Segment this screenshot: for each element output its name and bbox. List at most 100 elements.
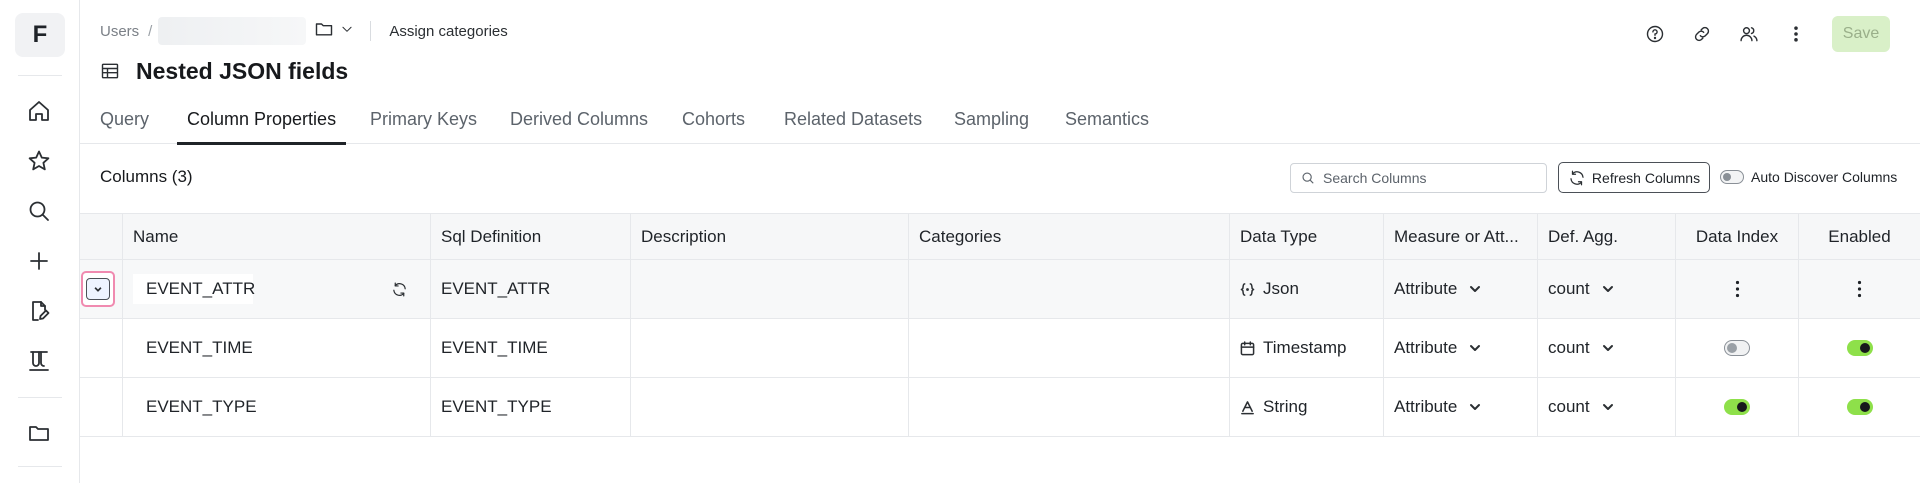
categories-cell[interactable] <box>909 260 1230 318</box>
data-index-toggle[interactable] <box>1724 340 1750 356</box>
star-icon[interactable] <box>26 148 52 174</box>
data-type-label: Json <box>1263 279 1299 298</box>
sidebar-divider <box>18 75 62 76</box>
description-cell[interactable] <box>631 378 909 436</box>
save-button[interactable]: Save <box>1832 16 1890 52</box>
description-cell[interactable] <box>631 260 909 318</box>
def-agg-select[interactable]: count <box>1548 338 1614 358</box>
auto-discover-label: Auto Discover Columns <box>1751 169 1898 185</box>
refresh-columns-label: Refresh Columns <box>1591 169 1701 186</box>
chevron-down-icon <box>1602 286 1613 292</box>
tab-primary-keys[interactable]: Primary Keys <box>370 104 477 144</box>
measure-cell: Attribute <box>1384 260 1538 318</box>
text-type-icon <box>1240 400 1255 415</box>
refresh-columns-button[interactable]: Refresh Columns <box>1558 162 1710 193</box>
name-cell[interactable]: EVENT_TIME <box>123 319 431 377</box>
search-columns-input[interactable] <box>1323 170 1543 186</box>
refresh-icon <box>1570 170 1584 185</box>
table-row[interactable]: EVENT_ATTR EVENT_ATTR Json Attribute cou… <box>80 260 1920 319</box>
calendar-icon <box>1240 340 1255 356</box>
tab-column-properties[interactable]: Column Properties <box>176 104 347 145</box>
def-agg-select[interactable]: count <box>1548 279 1614 299</box>
folder-icon[interactable] <box>26 420 52 446</box>
auto-discover-control: Auto Discover Columns <box>1720 169 1897 185</box>
enabled-toggle[interactable] <box>1846 340 1873 356</box>
sidebar-divider <box>18 466 62 467</box>
tab-cohorts[interactable]: Cohorts <box>682 104 745 144</box>
link-icon[interactable] <box>1690 22 1714 46</box>
app-logo[interactable]: F <box>15 13 65 57</box>
tab-query[interactable]: Query <box>100 104 149 144</box>
sql-definition-cell[interactable]: EVENT_TYPE <box>431 378 631 436</box>
description-cell[interactable] <box>631 319 909 377</box>
breadcrumb-root[interactable]: Users <box>100 23 139 40</box>
page-title-row: Nested JSON fields <box>100 56 348 86</box>
header-enabled[interactable]: Enabled <box>1799 214 1920 259</box>
header-actions: Save <box>1620 16 1890 52</box>
edit-document-icon[interactable] <box>26 298 52 324</box>
more-vertical-icon[interactable] <box>1850 277 1870 301</box>
name-cell: EVENT_ATTR <box>123 260 431 318</box>
sql-definition-cell[interactable]: EVENT_ATTR <box>431 260 631 318</box>
measure-select[interactable]: Attribute <box>1394 338 1481 358</box>
tab-sampling[interactable]: Sampling <box>954 104 1029 144</box>
sql-definition-cell[interactable]: EVENT_TIME <box>431 319 631 377</box>
table-header-row: Name Sql Definition Description Categori… <box>80 213 1920 260</box>
data-index-toggle[interactable] <box>1724 399 1750 415</box>
header-name[interactable]: Name <box>123 214 431 259</box>
def-agg-select[interactable]: count <box>1548 397 1614 417</box>
data-type-cell[interactable]: String <box>1230 378 1384 436</box>
chevron-down-icon[interactable] <box>340 22 354 40</box>
name-cell[interactable]: EVENT_TYPE <box>123 378 431 436</box>
plus-icon[interactable] <box>26 248 52 274</box>
assign-categories-link[interactable]: Assign categories <box>389 23 507 40</box>
json-braces-icon <box>1240 282 1255 297</box>
measure-value: Attribute <box>1394 279 1458 298</box>
refresh-icon[interactable] <box>391 281 408 298</box>
tab-derived-columns[interactable]: Derived Columns <box>510 104 648 144</box>
expand-cell <box>80 378 123 436</box>
folder-icon[interactable] <box>314 19 334 43</box>
def-agg-cell: count <box>1538 260 1676 318</box>
measure-select[interactable]: Attribute <box>1394 397 1481 417</box>
data-type-cell[interactable]: Json <box>1230 260 1384 318</box>
measure-select[interactable]: Attribute <box>1394 279 1481 299</box>
measure-value: Attribute <box>1394 397 1458 416</box>
header-data-index[interactable]: Data Index <box>1676 214 1799 259</box>
data-type-cell[interactable]: Timestamp <box>1230 319 1384 377</box>
header-sql-definition[interactable]: Sql Definition <box>431 214 631 259</box>
dataset-table-icon <box>101 63 119 79</box>
users-icon[interactable] <box>1737 22 1761 46</box>
auto-discover-toggle[interactable] <box>1720 170 1744 184</box>
header-measure-or-attribute[interactable]: Measure or Att... <box>1384 214 1538 259</box>
def-agg-cell: count <box>1538 378 1676 436</box>
lab-icon[interactable] <box>26 348 52 374</box>
more-vertical-icon[interactable] <box>1727 277 1747 301</box>
sidebar: F <box>0 0 80 483</box>
enabled-cell <box>1799 319 1920 377</box>
breadcrumb-separator: / <box>148 22 153 40</box>
measure-cell: Attribute <box>1384 378 1538 436</box>
def-agg-cell: count <box>1538 319 1676 377</box>
header-categories[interactable]: Categories <box>909 214 1230 259</box>
table-row[interactable]: EVENT_TYPE EVENT_TYPE String Attribute c… <box>80 378 1920 437</box>
tab-semantics[interactable]: Semantics <box>1065 104 1149 144</box>
header-def-agg[interactable]: Def. Agg. <box>1538 214 1676 259</box>
enabled-toggle[interactable] <box>1846 399 1873 415</box>
column-name-input[interactable]: EVENT_ATTR <box>133 274 373 304</box>
tab-related-datasets[interactable]: Related Datasets <box>784 104 922 144</box>
categories-cell[interactable] <box>909 319 1230 377</box>
help-icon[interactable] <box>1643 22 1667 46</box>
data-index-cell <box>1676 378 1799 436</box>
sidebar-divider <box>18 397 62 398</box>
header-data-type[interactable]: Data Type <box>1230 214 1384 259</box>
enabled-cell <box>1799 378 1920 436</box>
header-description[interactable]: Description <box>631 214 909 259</box>
categories-cell[interactable] <box>909 378 1230 436</box>
more-vertical-icon[interactable] <box>1784 22 1808 46</box>
table-row[interactable]: EVENT_TIME EVENT_TIME Timestamp Attribut… <box>80 319 1920 378</box>
search-icon[interactable] <box>26 198 52 224</box>
breadcrumb-divider <box>370 21 372 41</box>
expand-row-button[interactable] <box>81 271 115 307</box>
home-icon[interactable] <box>26 98 52 124</box>
